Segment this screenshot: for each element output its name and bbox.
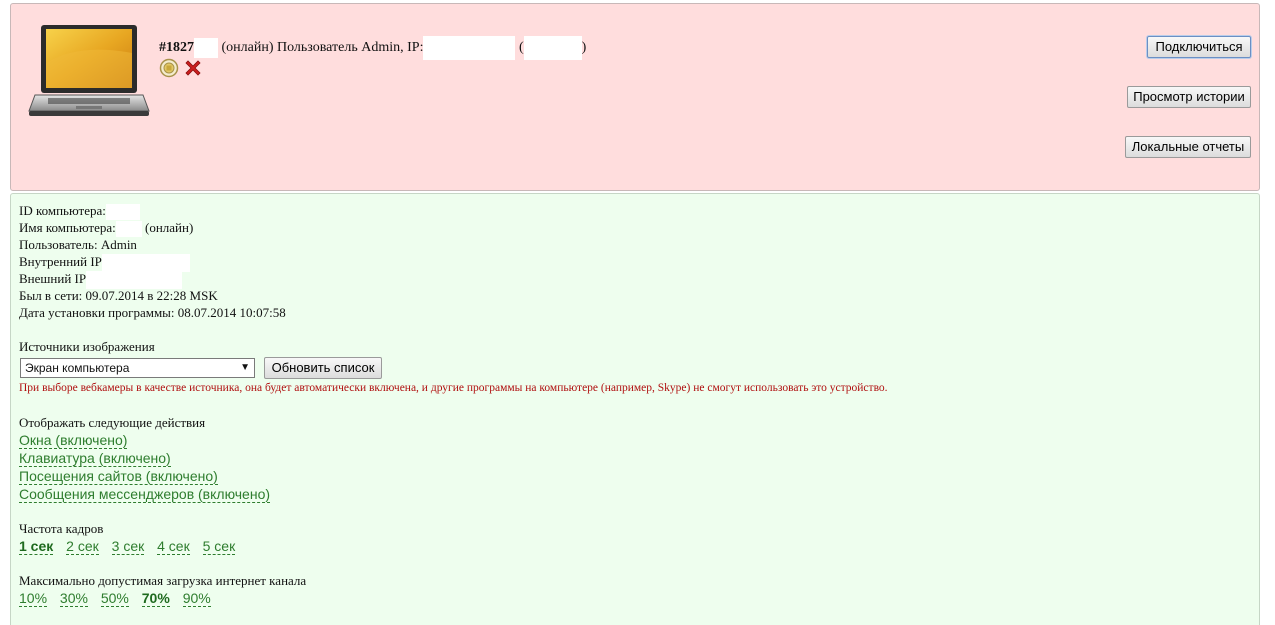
internal-ip-row: Внутренний IP — [19, 254, 190, 273]
computer-header-panel: #1827 (онлайн) Пользователь Admin, IP: (… — [10, 3, 1260, 191]
bandwidth-option[interactable]: 70% — [141, 590, 170, 607]
view-history-button[interactable]: Просмотр истории — [1127, 86, 1251, 108]
connect-button[interactable]: Подключиться — [1147, 36, 1251, 58]
toggle-keyboard[interactable]: Клавиатура (включено) — [19, 450, 171, 467]
frame-rate-option[interactable]: 3 сек — [111, 538, 145, 555]
stop-circle-icon[interactable] — [159, 58, 179, 78]
header-status-text: (онлайн) Пользователь Admin, IP: — [221, 40, 424, 56]
last-seen-row: Был в сети: 09.07.2014 в 22:28 MSK — [19, 288, 218, 303]
frame-rate-option[interactable]: 2 сек — [66, 538, 99, 555]
computer-number: #1827 — [159, 40, 194, 56]
image-source-selected: Экран компьютера — [25, 361, 130, 375]
bandwidth-option[interactable]: 30% — [59, 590, 88, 607]
computer-name-label: Имя компьютера: — [19, 220, 116, 235]
computer-id-label: ID компьютера: — [19, 203, 106, 218]
close-paren: ) — [581, 40, 587, 56]
redacted-ip — [101, 254, 190, 273]
bandwidth-option[interactable]: 90% — [182, 590, 211, 607]
redacted-block — [105, 204, 140, 221]
computer-name-row: Имя компьютера: (онлайн) — [19, 220, 194, 238]
redacted-block — [194, 38, 218, 58]
refresh-list-button[interactable]: Обновить список — [264, 357, 382, 379]
computer-name-status: (онлайн) — [145, 220, 194, 235]
frame-rate-label: Частота кадров — [19, 521, 104, 536]
bandwidth-label: Максимально допустимая загрузка интернет… — [19, 573, 307, 588]
red-x-icon[interactable] — [183, 58, 203, 78]
dropdown-arrow-icon: ▼ — [240, 362, 250, 373]
header-line: #1827 (онлайн) Пользователь Admin, IP: (… — [159, 36, 586, 60]
webcam-warning: При выборе вебкамеры в качестве источник… — [19, 382, 888, 394]
toggle-site-visits[interactable]: Посещения сайтов (включено) — [19, 468, 218, 485]
image-sources-label: Источники изображения — [19, 339, 155, 354]
frame-rate-option[interactable]: 1 сек — [19, 538, 54, 555]
local-reports-button[interactable]: Локальные отчеты — [1125, 136, 1251, 158]
frame-rate-options: 1 сек 2 сек 3 сек 4 сек 5 сек — [19, 538, 244, 555]
frame-rate-option[interactable]: 4 сек — [157, 538, 190, 555]
image-source-select[interactable]: Экран компьютера ▼ — [20, 358, 255, 378]
redacted-ip — [523, 36, 582, 60]
bandwidth-option[interactable]: 50% — [100, 590, 129, 607]
redacted-block — [115, 221, 142, 238]
frame-rate-option[interactable]: 5 сек — [202, 538, 236, 555]
redacted-ip — [423, 36, 516, 60]
bandwidth-option[interactable]: 10% — [19, 590, 48, 607]
computer-id-row: ID компьютера: — [19, 203, 140, 221]
external-ip-row: Внешний IP — [19, 271, 183, 290]
external-ip-label: Внешний IP — [19, 271, 87, 286]
redacted-ip — [86, 271, 183, 290]
laptop-icon — [28, 25, 150, 116]
user-row: Пользователь: Admin — [19, 237, 137, 252]
toggle-windows[interactable]: Окна (включено) — [19, 432, 128, 449]
internal-ip-label: Внутренний IP — [19, 254, 102, 269]
toggle-messenger-messages[interactable]: Сообщения мессенджеров (включено) — [19, 486, 271, 503]
install-date-row: Дата установки программы: 08.07.2014 10:… — [19, 305, 286, 320]
computer-info-panel: ID компьютера: Имя компьютера: (онлайн) … — [10, 193, 1260, 625]
bandwidth-options: 10% 30% 50% 70% 90% — [19, 590, 220, 607]
actions-label: Отображать следующие действия — [19, 415, 206, 430]
